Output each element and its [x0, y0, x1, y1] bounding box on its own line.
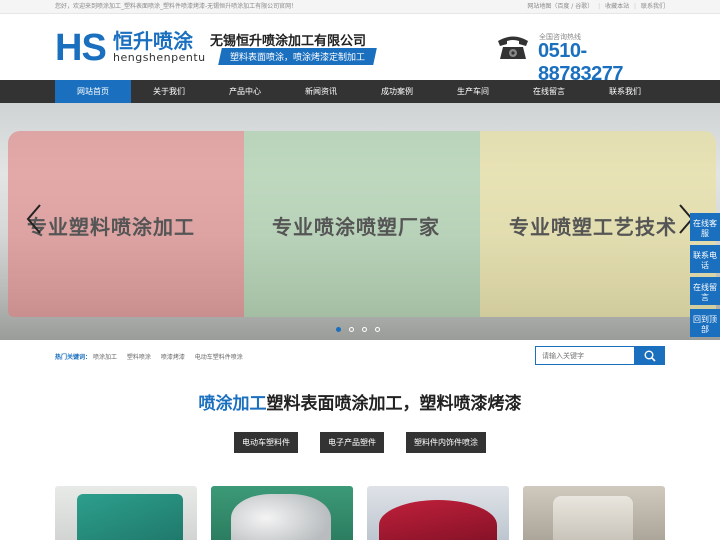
hot-keyword[interactable]: 喷涂加工	[93, 354, 117, 361]
nav-item-news[interactable]: 新闻资讯	[283, 80, 359, 103]
prev-arrow-icon[interactable]	[26, 203, 42, 235]
slider-dot[interactable]	[336, 327, 341, 332]
sitemap-link[interactable]: 网站地图（百度 / 谷歌）	[527, 3, 593, 10]
banner-text-2: 专业喷涂喷塑厂家	[272, 215, 440, 239]
product-image[interactable]	[523, 486, 665, 540]
section-title-rest: 塑料表面喷涂加工，塑料喷漆烤漆	[266, 394, 522, 414]
logo-cn[interactable]: 恒升喷涂	[113, 30, 193, 52]
logo-mark[interactable]: HS	[55, 29, 107, 67]
nav-item-products[interactable]: 产品中心	[207, 80, 283, 103]
hot-keyword[interactable]: 塑料喷涂	[127, 354, 151, 361]
slider-dot[interactable]	[349, 327, 354, 332]
side-float-bar: 在线客服 联系电话 在线留言 回到顶部	[690, 213, 720, 341]
welcome-text: 您好，欢迎来到喷涂加工_塑料表面喷涂_塑料件喷漆烤漆-无锡恒升喷涂加工有限公司官…	[55, 3, 298, 10]
online-message-button[interactable]: 在线留言	[690, 277, 720, 305]
contact-phone-button[interactable]: 联系电话	[690, 245, 720, 273]
slider-dot[interactable]	[362, 327, 367, 332]
search-button[interactable]	[635, 346, 665, 365]
section-title: 喷涂加工塑料表面喷涂加工，塑料喷漆烤漆	[0, 389, 720, 414]
top-bar: 您好，欢迎来到喷涂加工_塑料表面喷涂_塑料件喷漆烤漆-无锡恒升喷涂加工有限公司官…	[0, 0, 720, 14]
search-input[interactable]	[535, 346, 635, 365]
logo-en: hengshenpentu	[113, 51, 206, 64]
product-image[interactable]	[211, 486, 353, 540]
product-grid	[55, 486, 665, 540]
company-name: 无锡恒升喷涂加工有限公司	[210, 34, 367, 49]
tag-ebike-parts[interactable]: 电动车塑料件	[234, 432, 298, 453]
back-to-top-button[interactable]: 回到顶部	[690, 309, 720, 337]
nav-item-workshop[interactable]: 生产车间	[435, 80, 511, 103]
divider: |	[598, 3, 601, 10]
slogan-text: 塑料表面喷涂，喷涂烤漆定制加工	[230, 53, 366, 63]
keyword-bar: 热门关键词： 喷涂加工 塑料喷涂 喷漆烤漆 电动车塑料件喷涂	[0, 340, 720, 372]
divider: |	[634, 3, 637, 10]
category-tags: 电动车塑料件 电子产品塑件 塑料件内饰件喷涂	[0, 432, 720, 453]
tag-interior-parts[interactable]: 塑料件内饰件喷涂	[406, 432, 486, 453]
nav-item-cases[interactable]: 成功案例	[359, 80, 435, 103]
banner-text-3: 专业喷塑工艺技术	[509, 215, 677, 239]
phone-icon	[498, 36, 528, 59]
product-image[interactable]	[367, 486, 509, 540]
hot-keyword[interactable]: 喷漆烤漆	[161, 354, 185, 361]
nav-item-home[interactable]: 网站首页	[55, 80, 131, 103]
top-links: 网站地图（百度 / 谷歌） | 收藏本站 | 联系我们	[524, 0, 665, 14]
online-service-button[interactable]: 在线客服	[690, 213, 720, 241]
hot-keywords-label: 热门关键词：	[55, 354, 92, 361]
search-icon	[644, 350, 656, 362]
search-box	[535, 346, 665, 365]
slider-dots	[336, 327, 380, 332]
hero-banner: 专业塑料喷涂加工 专业喷涂喷塑厂家 专业喷塑工艺技术	[0, 103, 720, 340]
header: HS 恒升喷涂 hengshenpentu 无锡恒升喷涂加工有限公司 塑料表面喷…	[0, 14, 720, 85]
section-title-highlight: 喷涂加工	[198, 394, 267, 414]
tag-electronic-parts[interactable]: 电子产品塑件	[320, 432, 384, 453]
hot-keywords: 热门关键词： 喷涂加工 塑料喷涂 喷漆烤漆 电动车塑料件喷涂	[55, 352, 251, 361]
bookmark-link[interactable]: 收藏本站	[605, 3, 629, 10]
product-image[interactable]	[55, 486, 197, 540]
nav-item-about[interactable]: 关于我们	[131, 80, 207, 103]
page: 您好，欢迎来到喷涂加工_塑料表面喷涂_塑料件喷漆烤漆-无锡恒升喷涂加工有限公司官…	[0, 0, 720, 540]
hot-keyword[interactable]: 电动车塑料件喷涂	[195, 354, 243, 361]
contact-link[interactable]: 联系我们	[641, 3, 665, 10]
hotline-number: 0510-88783277	[538, 40, 623, 85]
slogan: 塑料表面喷涂，喷涂烤漆定制加工	[218, 48, 377, 65]
banner-text-1: 专业塑料喷涂加工	[27, 215, 195, 239]
slider-dot[interactable]	[375, 327, 380, 332]
